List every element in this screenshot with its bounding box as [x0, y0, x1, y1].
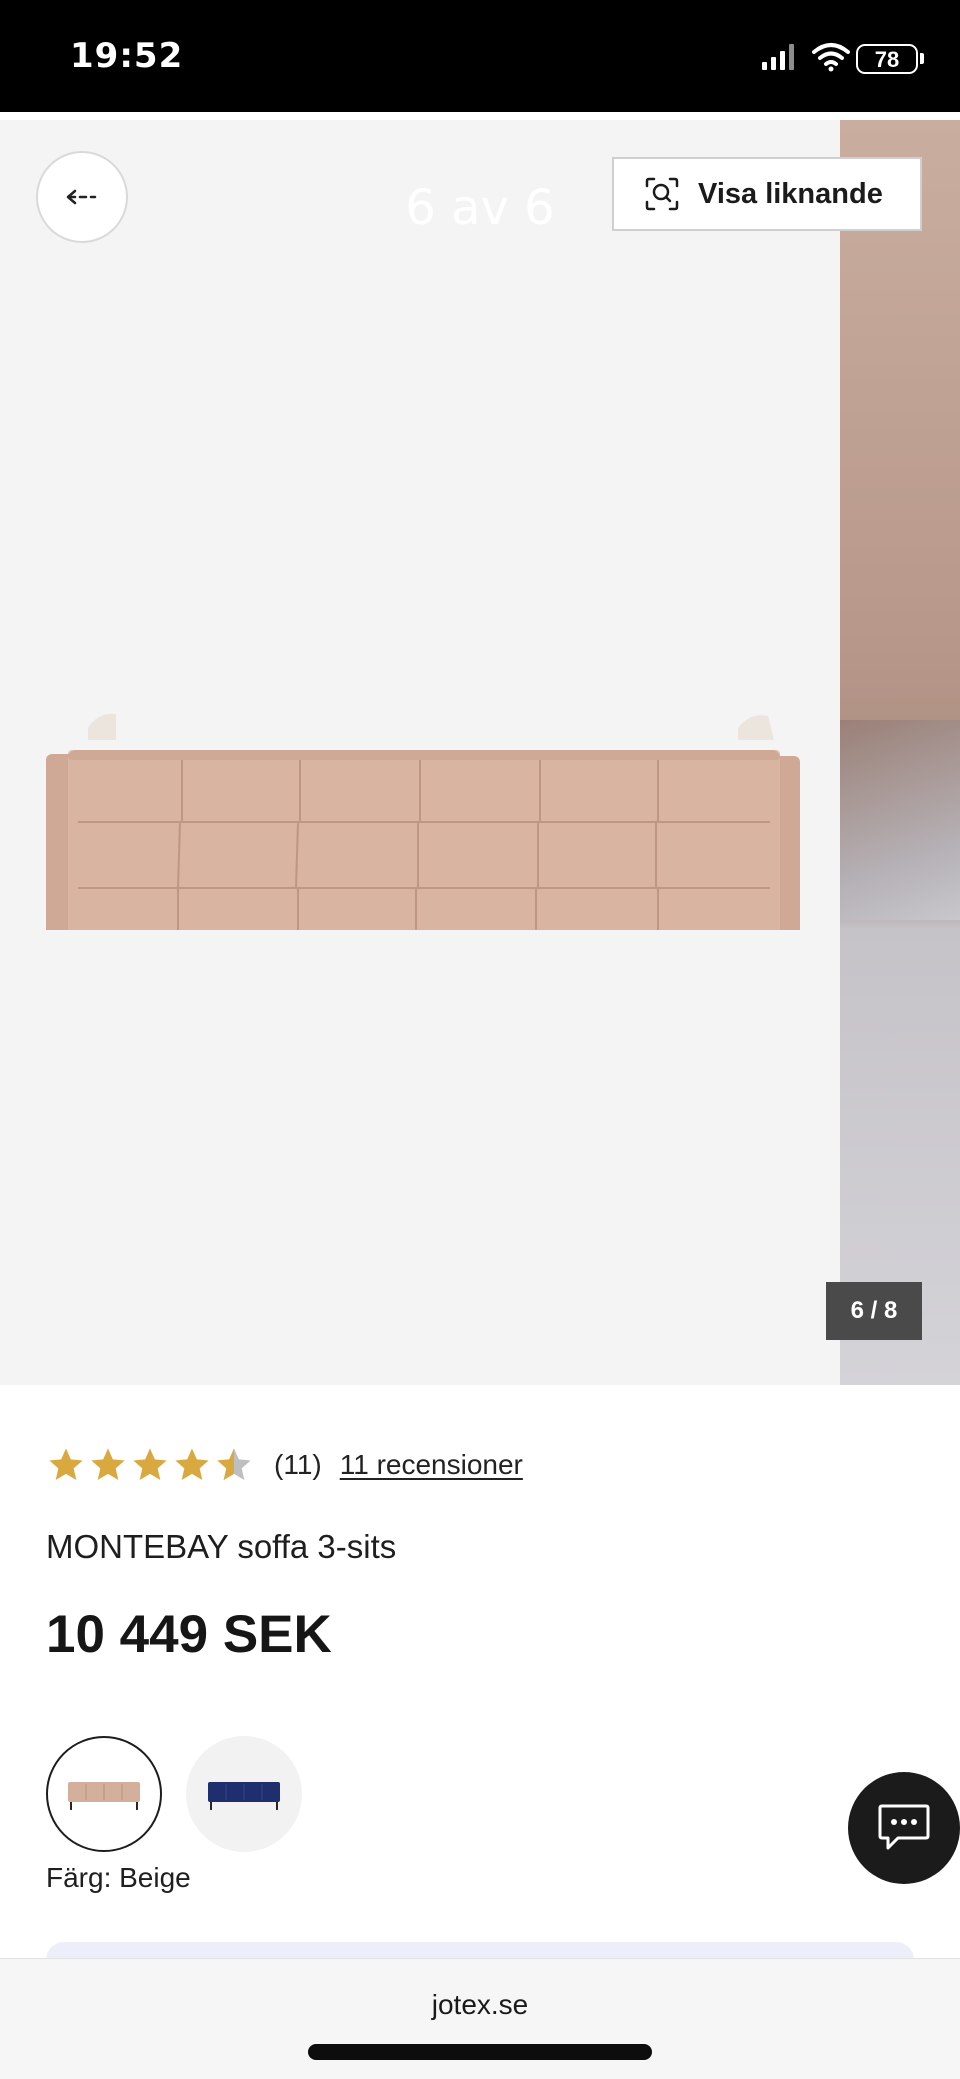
half-star-icon [217, 1448, 251, 1480]
rating-stars [46, 1445, 256, 1485]
battery-level: 78 [874, 47, 900, 72]
rating-count: (11) [274, 1449, 322, 1480]
star-icon [175, 1448, 209, 1480]
rating-row: (11) 11 recensioner [46, 1443, 523, 1487]
battery-icon: 78 [856, 44, 918, 74]
chat-button[interactable] [848, 1772, 960, 1884]
star-icon [91, 1448, 125, 1480]
star-icon [49, 1448, 83, 1480]
wifi-icon [812, 43, 850, 72]
product-page: 19:52 78 6 av 6 Visa liknande 6 / 8 (11)… [0, 0, 960, 2079]
show-similar-button[interactable]: Visa liknande [612, 157, 922, 231]
blue-sofa-thumbnail [208, 1782, 280, 1810]
product-photo[interactable] [0, 120, 840, 1385]
show-similar-label: Visa liknande [698, 177, 883, 210]
beige-sofa-thumbnail [68, 1782, 140, 1810]
browser-address-bar[interactable]: jotex.se [0, 1958, 960, 2079]
status-time: 19:52 [70, 36, 184, 76]
star-icon [133, 1448, 167, 1480]
sofa-image [46, 713, 800, 930]
color-swatch-beige[interactable] [46, 1736, 162, 1852]
home-indicator[interactable] [308, 2044, 652, 2060]
next-photo-preview[interactable] [840, 120, 960, 1385]
product-price: 10 449 SEK [46, 1605, 332, 1664]
status-bar: 19:52 78 [0, 0, 960, 112]
url-text[interactable]: jotex.se [0, 1989, 960, 2021]
image-position-text: 6 av 6 [405, 180, 555, 236]
color-label: Färg: Beige [46, 1862, 191, 1893]
reviews-link[interactable]: 11 recensioner [340, 1449, 523, 1481]
product-title: MONTEBAY soffa 3-sits [46, 1528, 397, 1565]
color-swatch-blue[interactable] [186, 1736, 302, 1852]
back-button[interactable] [36, 151, 128, 243]
cellular-signal-icon [762, 44, 796, 70]
fabric-fold [840, 720, 960, 920]
chat-bubble-icon [878, 1804, 930, 1850]
visual-search-icon [645, 177, 679, 211]
arrow-left-icon [66, 189, 97, 205]
battery-cap [920, 53, 924, 64]
image-index-badge: 6 / 8 [826, 1282, 922, 1340]
image-gallery[interactable]: 6 av 6 Visa liknande 6 / 8 [0, 120, 960, 1385]
